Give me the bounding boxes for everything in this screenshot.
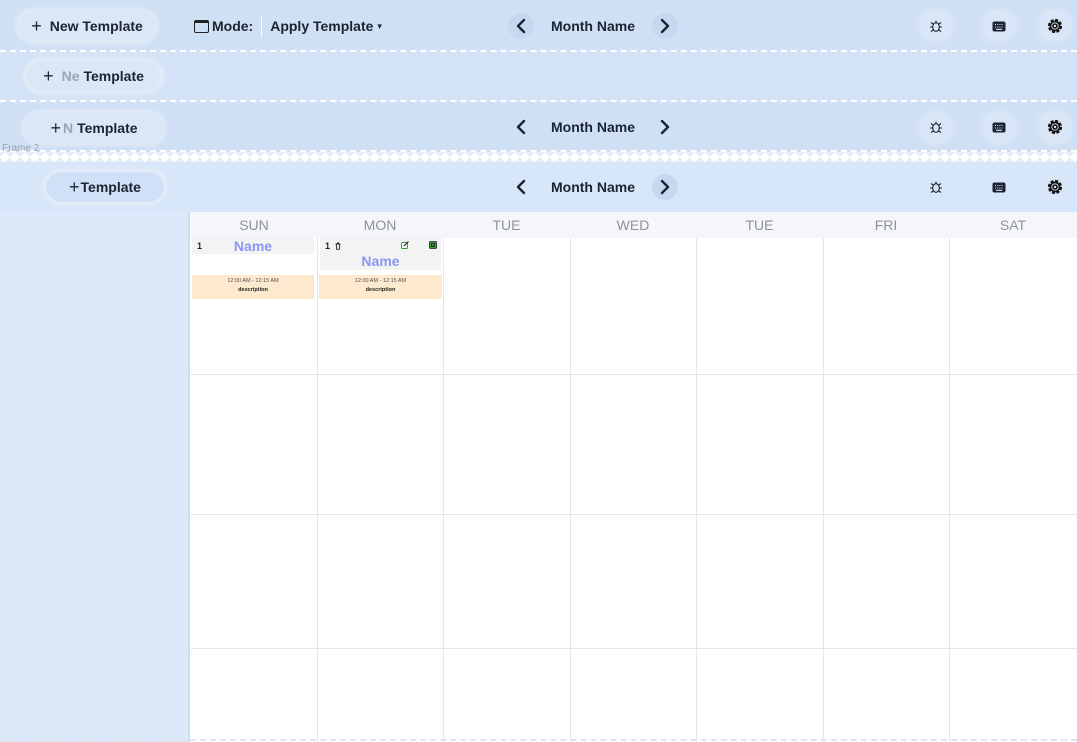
trash-icon[interactable] [334, 242, 342, 250]
template-name[interactable]: Name [192, 238, 314, 254]
keyboard-button[interactable] [985, 114, 1013, 140]
day-header-wed: WED [570, 212, 696, 238]
day-header-thu: TUE [696, 212, 823, 238]
keyboard-icon [992, 21, 1006, 31]
plus-icon: + [69, 176, 80, 197]
frame-label: Frame 2 [2, 143, 40, 154]
plus-icon: + [50, 117, 61, 138]
day-header-mon: MON [317, 212, 443, 238]
grid-line [823, 238, 824, 742]
event-block[interactable]: 12:00 AM - 12:15 AM description [319, 275, 442, 299]
grid-line [317, 238, 318, 742]
toolbar-primary: + New Template Mode: Apply Template ▾ Mo… [0, 0, 1077, 52]
debug-button[interactable] [922, 174, 950, 200]
grid-line [696, 238, 697, 742]
mode-dropdown[interactable]: Apply Template ▾ [270, 18, 382, 34]
template-label-faded: Ne [61, 68, 80, 84]
month-navigator: Month Name [508, 11, 678, 41]
next-month-button[interactable] [652, 114, 678, 140]
settings-button[interactable] [1041, 13, 1069, 39]
template-sidebar [0, 212, 190, 742]
toolbar-variant-3: + N Template Month Name [0, 102, 1077, 152]
new-template-button-4[interactable]: + Template [46, 172, 164, 202]
calendar-icon [194, 19, 209, 33]
template-label-faded: N [62, 120, 74, 136]
template-label: Template [83, 68, 144, 84]
mode-label: Mode: [212, 18, 254, 34]
chevron-right-icon [660, 119, 670, 135]
bug-icon [930, 20, 942, 32]
month-title: Month Name [551, 119, 635, 135]
grid-line [191, 514, 1077, 515]
keyboard-icon [992, 182, 1006, 192]
event-description: description [365, 287, 396, 293]
chevron-left-icon [516, 179, 526, 195]
month-navigator-4: Month Name [508, 172, 678, 202]
template-name[interactable]: Name [320, 253, 441, 269]
edit-icon[interactable] [401, 241, 409, 249]
chevron-left-icon [516, 18, 526, 34]
keyboard-button[interactable] [985, 174, 1013, 200]
day-number: 1 [325, 241, 331, 251]
month-calendar: SUN MON TUE WED TUE FRI SAT 1 Name 12:00… [191, 212, 1077, 742]
gear-icon [1047, 119, 1063, 135]
grid-line [570, 238, 571, 742]
bug-icon [930, 121, 942, 133]
settings-button[interactable] [1041, 174, 1069, 200]
month-title: Month Name [551, 18, 635, 34]
chevron-right-icon [660, 18, 670, 34]
grid-line [443, 238, 444, 742]
month-title: Month Name [551, 179, 635, 195]
mode-divider [261, 15, 263, 37]
plus-icon: + [31, 15, 42, 36]
frame-border [0, 739, 1077, 741]
grid-line [191, 648, 1077, 649]
day-header-sun: SUN [191, 212, 317, 238]
event-time: 12:00 AM - 12:15 AM [227, 278, 279, 284]
month-navigator-3: Month Name [508, 112, 678, 142]
next-month-button[interactable] [652, 174, 678, 200]
keyboard-icon [992, 122, 1006, 132]
new-template-button-3[interactable]: + N Template [24, 113, 164, 143]
copy-icon[interactable] [429, 241, 437, 249]
bug-icon [930, 181, 942, 193]
event-block[interactable]: 12:00 AM - 12:15 AM description [192, 275, 314, 299]
prev-month-button[interactable] [508, 174, 534, 200]
caret-down-icon: ▾ [377, 20, 382, 31]
mode-selector: Mode: Apply Template ▾ [194, 14, 382, 38]
frame-separator [0, 152, 1077, 162]
new-template-button-2[interactable]: + Ne Template [26, 61, 161, 91]
prev-month-button[interactable] [508, 13, 534, 39]
mode-value: Apply Template [270, 18, 374, 34]
template-label: Template [80, 179, 141, 195]
next-month-button[interactable] [652, 13, 678, 39]
chevron-right-icon [660, 179, 670, 195]
event-time: 12:00 AM - 12:15 AM [354, 278, 407, 284]
gear-icon [1047, 179, 1063, 195]
debug-button[interactable] [922, 13, 950, 39]
settings-button[interactable] [1041, 114, 1069, 140]
keyboard-button[interactable] [985, 13, 1013, 39]
chevron-left-icon [516, 119, 526, 135]
grid-line [191, 374, 1077, 375]
day-header-fri: FRI [823, 212, 949, 238]
event-description: description [238, 287, 268, 293]
template-label: Template [77, 120, 138, 136]
debug-button[interactable] [922, 114, 950, 140]
toolbar-variant-4: + Template Month Name [0, 162, 1077, 212]
gear-icon [1047, 18, 1063, 34]
prev-month-button[interactable] [508, 114, 534, 140]
grid-line [949, 238, 950, 742]
day-header-tue: TUE [443, 212, 570, 238]
new-template-button[interactable]: + New Template [18, 11, 156, 41]
day-header-sat: SAT [949, 212, 1077, 238]
new-template-label: New Template [49, 18, 143, 34]
plus-icon: + [43, 65, 54, 86]
toolbar-variant-2: + Ne Template [0, 52, 1077, 102]
